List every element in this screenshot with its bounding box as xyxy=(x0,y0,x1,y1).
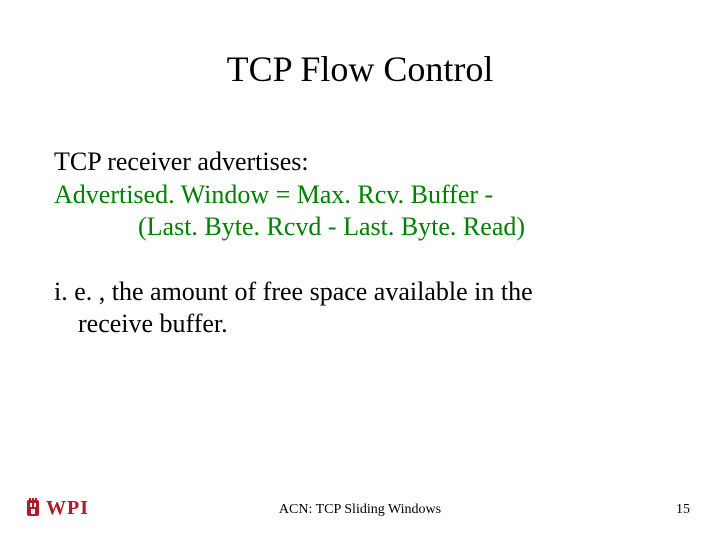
body-line-4: i. e. , the amount of free space availab… xyxy=(54,276,666,309)
body-line-1: TCP receiver advertises: xyxy=(54,146,666,179)
body-line-5: receive buffer. xyxy=(54,308,666,341)
spacer xyxy=(54,244,666,276)
body-line-2-formula: Advertised. Window = Max. Rcv. Buffer - xyxy=(54,179,666,212)
slide-footer: WPI ACN: TCP Sliding Windows 15 xyxy=(0,492,720,520)
footer-center-text: ACN: TCP Sliding Windows xyxy=(0,502,720,518)
page-number: 15 xyxy=(676,502,690,518)
body-line-3-formula: (Last. Byte. Rcvd - Last. Byte. Read) xyxy=(54,211,666,244)
slide-title: TCP Flow Control xyxy=(0,48,720,90)
slide: TCP Flow Control TCP receiver advertises… xyxy=(0,0,720,540)
slide-body: TCP receiver advertises: Advertised. Win… xyxy=(54,146,666,341)
